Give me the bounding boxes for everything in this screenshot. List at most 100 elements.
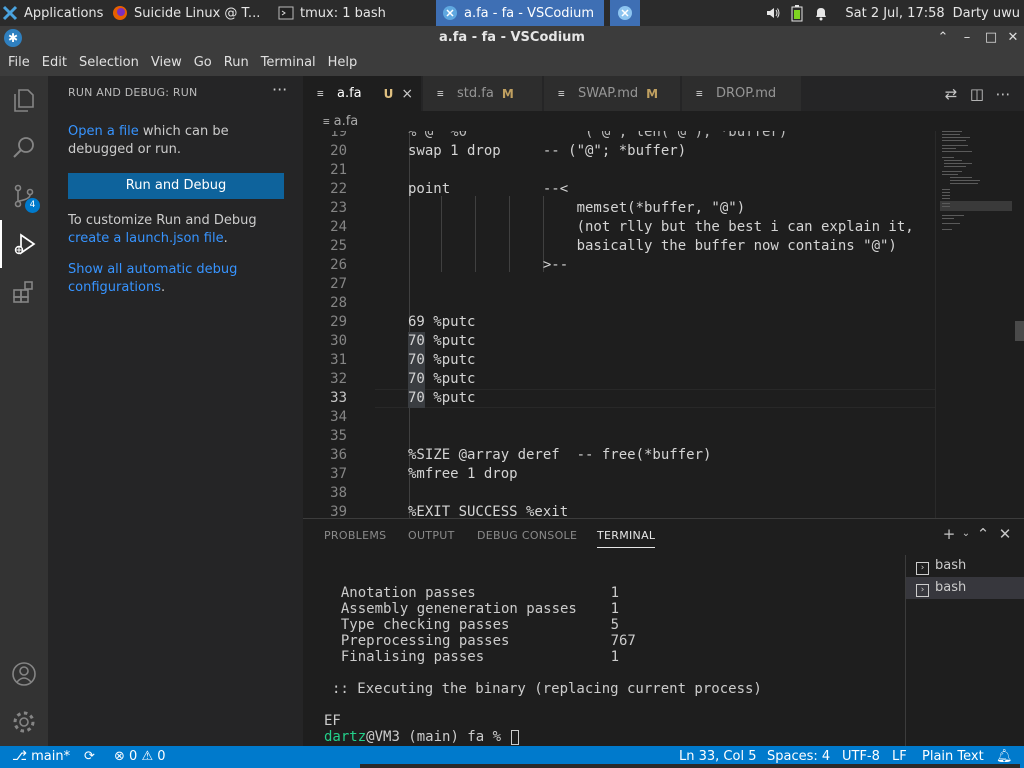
notification-bell-icon[interactable] <box>809 5 833 21</box>
tab-std-fa[interactable]: ≡ std.fa M <box>423 76 543 111</box>
tab-debug-console[interactable]: DEBUG CONSOLE <box>477 529 577 542</box>
terminal-icon <box>278 5 294 21</box>
panel-edge <box>360 764 1020 768</box>
tab-label: a.fa <box>337 86 362 101</box>
code-line: 21 <box>330 162 347 178</box>
file-text-icon: ≡ <box>323 115 330 128</box>
top-panel: Applications Suicide Linux @ T... tmux: … <box>0 0 1024 26</box>
editor-scrollbar[interactable] <box>1015 131 1024 518</box>
tab-swap-md[interactable]: ≡ SWAP.md M <box>544 76 681 111</box>
close-window-icon[interactable]: ✕ <box>1002 26 1024 50</box>
applications-menu-button[interactable]: Applications <box>0 0 106 26</box>
chevron-down-icon[interactable]: ⌄ <box>960 525 972 543</box>
tab-problems[interactable]: PROBLEMS <box>324 529 386 542</box>
terminal-line: Assembly geneneration passes 1 <box>324 601 620 617</box>
sync-icon[interactable]: ⟳ <box>84 746 95 768</box>
minimap[interactable] <box>935 131 1015 518</box>
breadcrumb[interactable]: ≡ a.fa <box>303 111 1024 133</box>
volume-icon[interactable] <box>761 5 785 21</box>
create-launch-json-link[interactable]: create a launch.json file <box>68 231 224 246</box>
menu-selection[interactable]: Selection <box>73 50 145 76</box>
show-automatic-debug-link[interactable]: Show all automatic debug configurations <box>68 262 237 295</box>
branch-indicator[interactable]: ⎇ main* <box>12 746 70 768</box>
explorer-button[interactable] <box>0 76 48 124</box>
terminal-item-bash[interactable]: › bash <box>906 555 1024 577</box>
split-editor-icon[interactable]: ◫ <box>964 85 990 103</box>
vscodium-task-label: a.fa - fa - VSCodium <box>464 5 595 21</box>
code-line: 33 70 %putc <box>330 389 476 408</box>
firefox-icon <box>112 5 128 21</box>
vscodium-task-icon-button[interactable] <box>610 0 640 26</box>
error-icon: ⊗ <box>114 749 130 764</box>
tab-a-fa[interactable]: ≡ a.fa U × <box>303 76 422 111</box>
terminal-line: EF <box>324 713 341 729</box>
terminal-output[interactable]: Anotation passes 1 Assembly geneneration… <box>303 555 905 768</box>
menu-terminal[interactable]: Terminal <box>255 50 322 76</box>
menu-edit[interactable]: Edit <box>36 50 73 76</box>
prompt-rest: @VM3 (main) fa % <box>366 729 510 745</box>
modified-status: M <box>646 86 659 101</box>
menu-run[interactable]: Run <box>218 50 255 76</box>
menu-help[interactable]: Help <box>322 50 364 76</box>
open-changes-icon[interactable]: ⇄ <box>938 85 964 103</box>
maximize-window-icon[interactable]: □ <box>980 26 1002 50</box>
prompt-user: dartz <box>324 729 367 745</box>
vscodium-app-icon: ✱ <box>4 29 22 47</box>
run-and-debug-button[interactable]: Run and Debug <box>68 173 284 199</box>
menu-file[interactable]: File <box>2 50 36 76</box>
system-tray: Sat 2 Jul, 17:58 Darty uwu <box>761 0 1024 26</box>
terminal-icon: › <box>916 584 929 597</box>
minimize-window-icon[interactable]: – <box>956 26 978 50</box>
modified-status: M <box>501 86 514 101</box>
tab-output[interactable]: OUTPUT <box>408 529 455 542</box>
customize-label: To customize Run and Debug <box>68 213 257 228</box>
new-terminal-icon[interactable]: + <box>938 525 960 543</box>
menu-go[interactable]: Go <box>188 50 218 76</box>
vscodium-icon <box>617 5 633 21</box>
tab-label: DROP.md <box>716 86 777 101</box>
breadcrumb-file[interactable]: a.fa <box>334 114 359 129</box>
terminal-line: :: Executing the binary (replacing curre… <box>332 681 762 697</box>
source-control-button[interactable]: 4 <box>0 172 48 220</box>
launch-period: . <box>223 231 228 246</box>
code-line: 29 69 %putc <box>330 314 476 330</box>
problems-indicator[interactable]: ⊗ 0 ⚠ 0 <box>114 746 166 768</box>
clock[interactable]: Sat 2 Jul, 17:58 <box>833 6 952 21</box>
more-actions-icon[interactable]: ⋯ <box>990 85 1016 103</box>
tab-label: std.fa <box>457 86 494 101</box>
manage-button[interactable] <box>0 698 48 746</box>
tab-terminal[interactable]: TERMINAL <box>597 529 656 548</box>
markdown-file-icon: ≡ <box>558 87 565 100</box>
code-editor[interactable]: 19 %"@" %0 ("@", len("@"), *buffer) 20 swa… <box>303 131 935 518</box>
battery-icon[interactable] <box>785 4 809 22</box>
user-name[interactable]: Darty uwu <box>953 6 1024 21</box>
code-line: 39 %EXIT SUCCESS %exit <box>330 504 569 518</box>
close-panel-icon[interactable]: ✕ <box>994 525 1016 543</box>
search-button[interactable] <box>0 124 48 172</box>
vscodium-icon <box>442 5 458 21</box>
menu-view[interactable]: View <box>145 50 188 76</box>
run-and-debug-button[interactable] <box>0 220 48 268</box>
accounts-button[interactable] <box>0 650 48 698</box>
maximize-panel-icon[interactable]: ⌃ <box>972 525 994 543</box>
terminal-item-bash[interactable]: › bash <box>906 577 1024 599</box>
vscodium-task-button[interactable]: a.fa - fa - VSCodium <box>436 0 604 26</box>
code-line: 38 <box>330 485 347 501</box>
extensions-button[interactable] <box>0 268 48 316</box>
code-line: 35 <box>330 428 347 444</box>
scrollbar-thumb[interactable] <box>1015 321 1024 341</box>
close-tab-icon[interactable]: × <box>401 86 413 102</box>
sidebar-title: RUN AND DEBUG: RUN <box>68 86 198 99</box>
code-line: 20 swap 1 drop -- ("@"; *buffer) <box>330 143 687 159</box>
terminal-line: Anotation passes 1 <box>324 585 620 601</box>
firefox-task-button[interactable]: Suicide Linux @ T... <box>106 0 272 26</box>
window-title: a.fa - fa - VSCodium <box>439 30 585 45</box>
terminal-task-button[interactable]: tmux: 1 bash <box>272 0 430 26</box>
collapse-window-icon[interactable]: ⌃ <box>932 26 954 50</box>
open-file-link[interactable]: Open a file <box>68 124 139 139</box>
run-debug-icon <box>14 233 36 255</box>
show-debug-period: . <box>161 280 166 295</box>
more-actions-icon[interactable]: ··· <box>272 80 287 99</box>
menu-bar: File Edit Selection View Go Run Terminal… <box>0 50 1024 76</box>
tab-drop-md[interactable]: ≡ DROP.md <box>682 76 802 111</box>
